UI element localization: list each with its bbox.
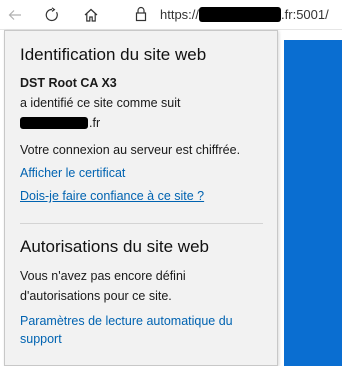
permissions-title: Autorisations du site web xyxy=(20,237,209,256)
connection-status: Votre connexion au serveur est chiffrée. xyxy=(20,143,241,157)
divider xyxy=(20,223,263,224)
refresh-button[interactable] xyxy=(39,2,65,28)
redacted-host xyxy=(20,117,88,129)
browser-toolbar: https:// .fr:5001/ xyxy=(0,0,342,30)
refresh-icon xyxy=(45,7,58,22)
lock-icon xyxy=(135,6,147,22)
identified-text: a identifié ce site comme suit xyxy=(20,96,181,110)
trust-site-link[interactable]: Dois-je faire confiance à ce site ? xyxy=(20,188,204,204)
site-host: .fr xyxy=(20,115,100,131)
home-button[interactable] xyxy=(78,2,104,28)
autoplay-settings-link-line2[interactable]: support xyxy=(20,331,62,347)
identity-title: Identification du site web xyxy=(20,45,207,64)
redacted-domain xyxy=(199,7,282,22)
address-scheme: https:// xyxy=(160,7,200,22)
address-port-path: .fr:5001/ xyxy=(281,7,329,22)
site-identity-flyout: Identification du site web DST Root CA X… xyxy=(4,30,278,366)
address-bar[interactable]: https:// .fr:5001/ xyxy=(160,6,329,23)
host-suffix: .fr xyxy=(89,116,101,130)
page-blue-panel xyxy=(284,40,342,366)
arrow-left-icon xyxy=(8,10,21,20)
site-info-button[interactable] xyxy=(134,6,148,27)
view-certificate-link[interactable]: Afficher le certificat xyxy=(20,165,125,181)
certificate-issuer: DST Root CA X3 xyxy=(20,76,117,90)
back-button[interactable] xyxy=(2,2,28,28)
autoplay-settings-link-line1[interactable]: Paramètres de lecture automatique du xyxy=(20,313,233,329)
permissions-text-line1: Vous n'avez pas encore défini xyxy=(20,269,186,283)
home-icon xyxy=(84,8,98,22)
permissions-text-line2: d'autorisations pour ce site. xyxy=(20,289,172,303)
page-content xyxy=(284,30,342,366)
